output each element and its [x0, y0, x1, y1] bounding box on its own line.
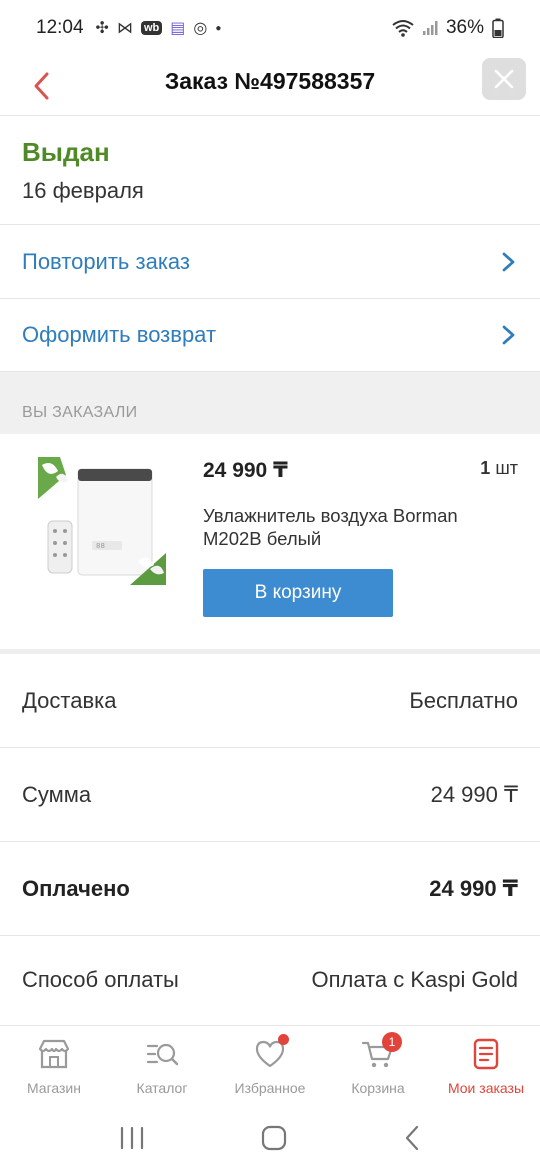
bottom-tab-bar: Магазин Каталог Избранное 1 Корзина Мои … [0, 1025, 540, 1105]
delivery-label: Доставка [22, 687, 117, 713]
paid-label: Оплачено [22, 875, 130, 901]
product-name[interactable]: Увлажнитель воздуха Borman M202B белый [203, 504, 513, 550]
page-title: Заказ №497588357 [164, 68, 376, 94]
chrome-icon: ◎ [193, 20, 208, 37]
add-to-cart-button[interactable]: В корзину [203, 569, 393, 617]
wifi-icon [392, 20, 414, 37]
tab-catalog-label: Каталог [136, 1080, 188, 1096]
order-status-label: Выдан [22, 137, 110, 167]
tab-favorites-label: Избранное [234, 1080, 306, 1096]
status-time: 12:04 [36, 17, 84, 38]
tab-catalog[interactable]: Каталог [108, 1026, 216, 1105]
notification-icons: ✣ ⋈ wb ▤ ◎ ● [96, 18, 222, 38]
tab-my-orders[interactable]: Мои заказы [432, 1026, 540, 1105]
system-nav-bar [0, 1105, 540, 1170]
chevron-right-icon [502, 325, 515, 345]
payment-method-label: Способ оплаты [22, 967, 179, 992]
repeat-order-label: Повторить заказ [22, 249, 190, 274]
delivery-row: Доставка Бесплатно [0, 654, 540, 748]
sum-row: Сумма 24 990 ₸ [0, 748, 540, 842]
favorites-notification-dot [278, 1034, 289, 1045]
product-price: 24 990 ₸ [203, 459, 288, 482]
paid-row: Оплачено 24 990 ₸ [0, 842, 540, 936]
paid-value: 24 990 ₸ [429, 875, 518, 901]
return-order-row[interactable]: Оформить возврат [0, 299, 540, 372]
back-nav-icon[interactable] [402, 1125, 422, 1151]
close-icon [494, 69, 514, 89]
wb-app-icon: wb [140, 21, 163, 35]
list-app-icon: ▤ [170, 20, 186, 37]
ordered-section-header: ВЫ ЗАКАЗАЛИ [0, 372, 540, 434]
order-status-date: 16 февраля [22, 178, 144, 203]
catalog-search-icon [146, 1043, 179, 1066]
store-icon [38, 1039, 70, 1069]
tab-my-orders-label: Мои заказы [447, 1080, 525, 1096]
signal-icon [422, 21, 438, 35]
delivery-value: Бесплатно [409, 687, 518, 713]
cart-badge: 1 [382, 1032, 402, 1052]
dot-icon: ● [215, 22, 222, 34]
slack-icon: ✣ [95, 20, 109, 37]
capcut-icon: ⋈ [116, 20, 133, 37]
battery-icon [492, 18, 504, 38]
quantity-value: 1 [480, 458, 491, 478]
tab-cart-label: Корзина [351, 1080, 405, 1096]
tab-store[interactable]: Магазин [0, 1026, 108, 1105]
sum-label: Сумма [22, 781, 92, 807]
battery-percent: 36% [445, 17, 484, 38]
orders-icon [473, 1038, 499, 1070]
product-image[interactable]: 88 [38, 457, 166, 585]
sum-value: 24 990 ₸ [430, 781, 518, 807]
product-quantity: 1 шт [480, 458, 518, 479]
order-status-block: Выдан 16 февраля [0, 117, 540, 225]
status-bar: 12:04 ✣ ⋈ wb ▤ ◎ ● 36% [0, 0, 540, 56]
product-item: 88 24 990 ₸ 1 шт Увлажнитель воздуха Bor… [0, 434, 540, 650]
payment-method-value: Оплата с Kaspi Gold [311, 967, 518, 992]
tab-store-label: Магазин [26, 1080, 81, 1096]
quantity-unit: шт [495, 458, 518, 478]
close-button[interactable] [482, 58, 526, 100]
chevron-right-icon [502, 252, 515, 272]
repeat-order-row[interactable]: Повторить заказ [0, 226, 540, 299]
tab-favorites[interactable]: Избранное [216, 1026, 324, 1105]
return-order-label: Оформить возврат [22, 322, 217, 347]
svg-text:88: 88 [96, 542, 105, 550]
home-icon[interactable] [261, 1125, 287, 1151]
payment-method-row: Способ оплаты Оплата с Kaspi Gold [0, 936, 540, 1024]
header: Заказ №497588357 [0, 56, 540, 116]
recent-apps-icon[interactable] [118, 1125, 146, 1151]
tab-cart[interactable]: 1 Корзина [324, 1026, 432, 1105]
